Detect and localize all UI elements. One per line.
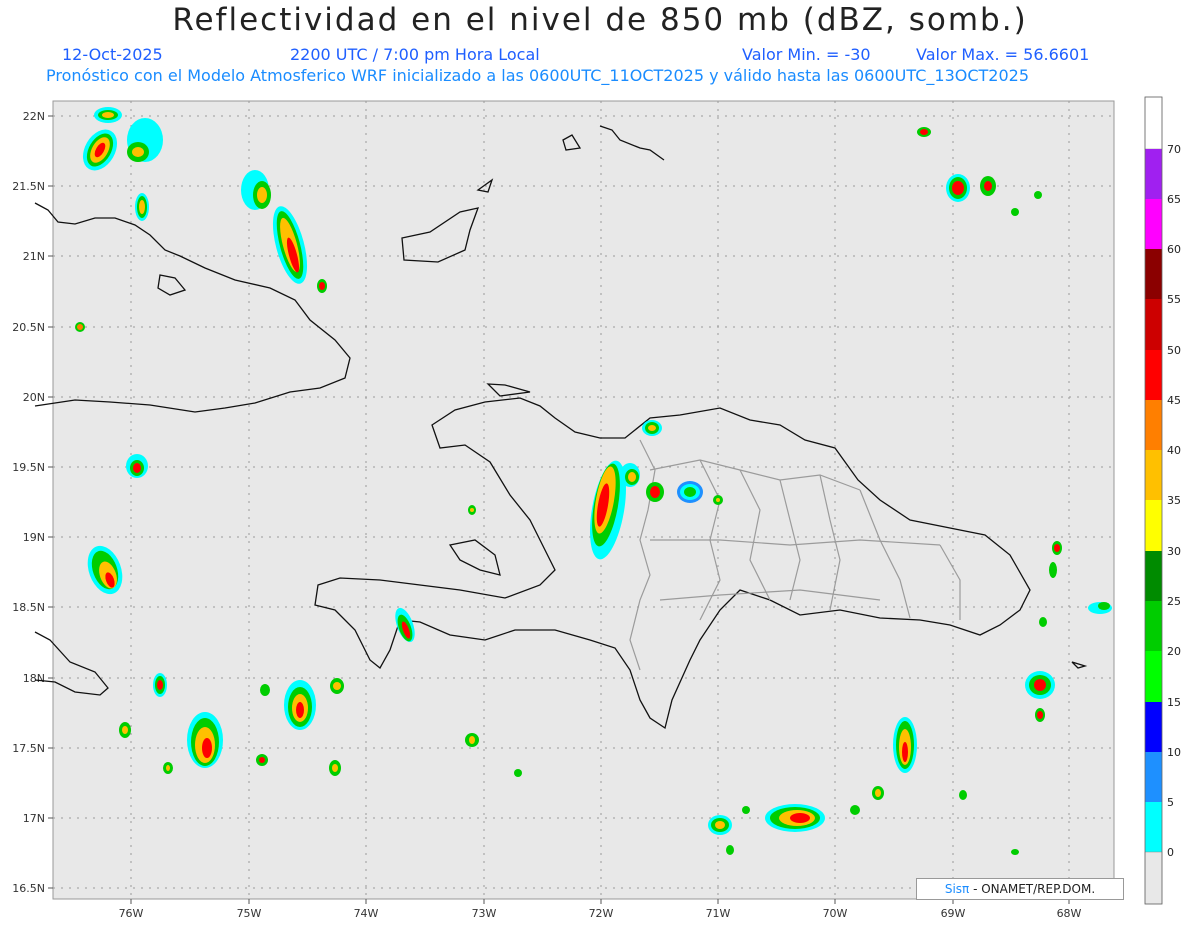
lat-label: 21N bbox=[23, 250, 45, 263]
colorbar bbox=[1144, 96, 1163, 905]
lon-label: 75W bbox=[237, 907, 262, 920]
colorbar-label: 20 bbox=[1167, 645, 1181, 658]
colorbar-label: 0 bbox=[1167, 846, 1174, 859]
lat-label: 20.5N bbox=[12, 321, 45, 334]
lon-label: 68W bbox=[1057, 907, 1082, 920]
colorbar-label: 40 bbox=[1167, 444, 1181, 457]
colorbar-label: 60 bbox=[1167, 243, 1181, 256]
credit-box: Sisπ - ONAMET/REP.DOM. bbox=[916, 878, 1124, 900]
lon-label: 73W bbox=[472, 907, 497, 920]
lat-label: 16.5N bbox=[12, 882, 45, 895]
colorbar-label: 70 bbox=[1167, 143, 1181, 156]
latitude-labels: 22N 21.5N 21N 20.5N 20N 19.5N 19N 18.5N … bbox=[12, 110, 45, 895]
lat-label: 19.5N bbox=[12, 461, 45, 474]
colorbar-label: 50 bbox=[1167, 344, 1181, 357]
lon-label: 69W bbox=[941, 907, 966, 920]
colorbar-label: 45 bbox=[1167, 394, 1181, 407]
colorbar-label: 30 bbox=[1167, 545, 1181, 558]
colorbar-label: 25 bbox=[1167, 595, 1181, 608]
colorbar-labels: 70 65 60 55 50 45 40 35 30 25 20 15 10 5… bbox=[1167, 143, 1181, 859]
lon-label: 74W bbox=[354, 907, 379, 920]
colorbar-label: 55 bbox=[1167, 293, 1181, 306]
lat-label: 20N bbox=[23, 391, 45, 404]
credit-text: - ONAMET/REP.DOM. bbox=[969, 882, 1096, 896]
colorbar-label: 35 bbox=[1167, 494, 1181, 507]
colorbar-label: 65 bbox=[1167, 193, 1181, 206]
lat-label: 18.5N bbox=[12, 601, 45, 614]
lon-label: 76W bbox=[119, 907, 144, 920]
lat-label: 17.5N bbox=[12, 742, 45, 755]
map-panel bbox=[52, 100, 1115, 900]
credit-brand: Sisπ bbox=[944, 882, 970, 896]
lat-label: 22N bbox=[23, 110, 45, 123]
longitude-labels: 76W 75W 74W 73W 72W 71W 70W 69W 68W bbox=[119, 907, 1082, 920]
colorbar-label: 15 bbox=[1167, 696, 1181, 709]
lon-label: 71W bbox=[706, 907, 731, 920]
lat-label: 21.5N bbox=[12, 180, 45, 193]
colorbar-label: 5 bbox=[1167, 796, 1174, 809]
lat-label: 19N bbox=[23, 531, 45, 544]
lat-label: 17N bbox=[23, 812, 45, 825]
lat-label: 18N bbox=[23, 672, 45, 685]
reflectivity-map: 22N 21.5N 21N 20.5N 20N 19.5N 19N 18.5N … bbox=[12, 96, 1181, 920]
colorbar-label: 10 bbox=[1167, 746, 1181, 759]
lon-label: 70W bbox=[823, 907, 848, 920]
lon-label: 72W bbox=[589, 907, 614, 920]
